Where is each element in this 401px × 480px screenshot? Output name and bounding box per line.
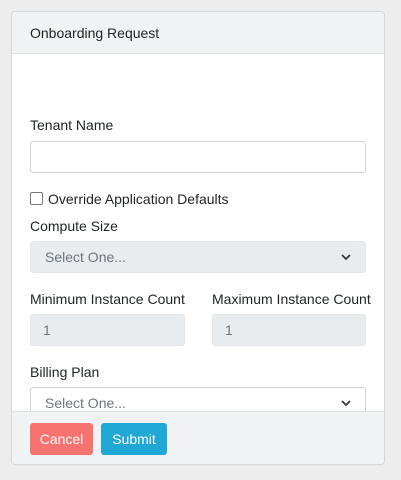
- chevron-down-icon: [341, 398, 351, 408]
- compute-size-select[interactable]: Select One...: [30, 241, 366, 273]
- override-defaults-label: Override Application Defaults: [48, 191, 229, 207]
- card-footer: Cancel Submit: [12, 411, 384, 464]
- billing-plan-label: Billing Plan: [30, 364, 100, 380]
- max-instance-count-value: 1: [225, 322, 233, 338]
- max-instance-count-label: Maximum Instance Count: [212, 291, 371, 307]
- min-instance-count-label: Minimum Instance Count: [30, 291, 185, 307]
- min-instance-count-field[interactable]: 1: [30, 314, 185, 346]
- card-body: Tenant Name Override Application Default…: [12, 54, 384, 422]
- override-defaults-checkbox[interactable]: [30, 192, 43, 205]
- tenant-name-input[interactable]: [30, 141, 366, 173]
- billing-plan-value: Select One...: [45, 395, 126, 411]
- cancel-button[interactable]: Cancel: [30, 423, 93, 455]
- max-instance-count-field[interactable]: 1: [212, 314, 366, 346]
- onboarding-card: Onboarding Request Tenant Name Override …: [11, 11, 385, 465]
- min-instance-count-value: 1: [43, 322, 51, 338]
- card-title: Onboarding Request: [30, 24, 160, 41]
- tenant-name-label: Tenant Name: [30, 117, 114, 133]
- card-header: Onboarding Request: [12, 12, 384, 54]
- compute-size-label: Compute Size: [30, 218, 118, 234]
- submit-button[interactable]: Submit: [101, 423, 167, 455]
- chevron-down-icon: [341, 252, 351, 262]
- compute-size-value: Select One...: [45, 249, 126, 265]
